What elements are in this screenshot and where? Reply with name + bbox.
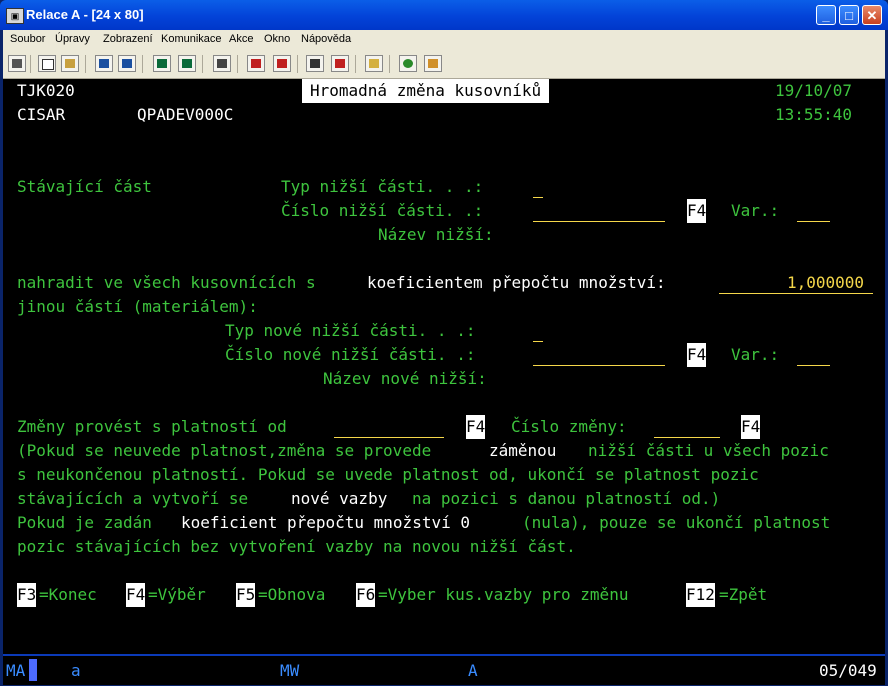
paste-icon[interactable] [61,55,79,72]
typ-nizsi-label: Typ nižší části. . .: [281,177,484,196]
note-line-3a: stávajících a vytvoří se [17,489,249,508]
note-line-1a: (Pokud se neuvede platnost,změna se prov… [17,441,432,460]
clipboard-icon[interactable] [365,55,383,72]
menu-okno[interactable]: Okno [264,33,290,45]
platnost-label: Změny provést s platností od [17,417,287,436]
note-line-4c: (nula), pouze se ukončí platnost [522,513,831,532]
macro-stop-icon[interactable] [273,55,291,72]
platnost-od-input[interactable] [334,436,444,438]
menu-bar: Soubor Úpravy Zobrazení Komunikace Akce … [3,30,885,50]
window-title: Relace A - [24 x 80] [26,7,144,22]
note-line-1c: nižší části u všech pozic [588,441,829,460]
note-line-2: s neukončenou platností. Pokud se uvede … [17,465,759,484]
var-label: Var.: [731,201,780,220]
macro-record-icon[interactable] [247,55,265,72]
macro-play-icon[interactable] [306,55,324,72]
program-id: TJK020 [17,81,75,100]
menu-napoveda[interactable]: Nápověda [301,33,351,45]
title-bar[interactable]: ▣ Relace A - [24 x 80] _ □ ✕ [0,0,888,30]
cislo-nizsi-label: Číslo nižší části. .: [281,201,484,220]
user-id: CISAR [17,105,66,124]
terminal-screen[interactable]: TJK020 Hromadná změna kusovníků 19/10/07… [3,79,885,654]
typ-nizsi-input[interactable] [533,196,543,198]
cursor-position: 05/049 [819,661,877,680]
menu-zobrazeni[interactable]: Zobrazení [103,33,153,45]
f6-key[interactable]: F6 [356,583,376,607]
f4-label[interactable]: =Výběr [148,583,206,607]
note-line-4b: koeficient přepočtu množství 0 [181,513,470,532]
menu-akce[interactable]: Akce [229,33,253,45]
koeficient-label: koeficientem přepočtu množství: [367,273,666,292]
nahradit-text: nahradit ve všech kusovnících s [17,273,316,292]
chart-icon[interactable] [213,55,231,72]
send-icon[interactable] [95,55,113,72]
note-line-4a: Pokud je zadán [17,513,152,532]
f5-label[interactable]: =Obnova [258,583,325,607]
terminal-icon[interactable]: ▣ [6,8,24,24]
display-icon[interactable] [153,55,171,72]
note-line-1b: záměnou [489,441,557,460]
date: 19/10/07 [775,81,853,100]
typ-nove-label: Typ nové nižší části. . .: [225,321,476,340]
keypad-icon[interactable] [178,55,196,72]
cislo-nove-label: Číslo nové nižší části. .: [225,345,476,364]
close-button[interactable]: ✕ [862,5,882,25]
f4-prompt-button-2[interactable]: F4 [687,343,707,367]
status-mode: MA [6,661,26,680]
f4-prompt-button[interactable]: F4 [687,199,707,223]
var-input[interactable] [797,220,830,222]
toolbar [3,50,885,79]
time: 13:55:40 [775,105,853,124]
typ-nove-input[interactable] [533,340,543,342]
macro-edit-icon[interactable] [331,55,349,72]
nazev-nove-label: Název nové nižší: [323,369,487,388]
note-line-3b: nové vazby [291,489,388,508]
status-mw: MW [280,661,300,680]
menu-komunikace[interactable]: Komunikace [161,33,222,45]
cislo-zmeny-label: Číslo změny: [511,417,627,436]
f6-label[interactable]: =Vyber kus.vazby pro změnu [378,583,628,607]
status-input: a [71,661,81,680]
f5-key[interactable]: F5 [236,583,256,607]
f12-label[interactable]: =Zpět [719,583,767,607]
status-bar: MA a MW A 05/049 [3,654,885,685]
koeficient-input[interactable] [719,292,873,294]
cursor-indicator [29,659,37,681]
edit-icon[interactable] [424,55,442,72]
receive-icon[interactable] [118,55,136,72]
f3-key[interactable]: F3 [17,583,37,607]
nazev-nizsi-label: Název nižší: [378,225,494,244]
cislo-nove-input[interactable] [533,364,665,366]
minimize-button[interactable]: _ [816,5,836,25]
cislo-nizsi-input[interactable] [533,220,665,222]
f12-key[interactable]: F12 [686,583,715,607]
status-session: A [468,661,478,680]
cislo-zmeny-input[interactable] [654,436,720,438]
menu-upravy[interactable]: Úpravy [55,33,90,45]
note-line-5: pozic stávajících bez vytvoření vazby na… [17,537,576,556]
stavajici-label: Stávající část [17,177,152,196]
globe-icon[interactable] [399,55,417,72]
jinou-text: jinou částí (materiálem): [17,297,258,316]
maximize-button[interactable]: □ [839,5,859,25]
device-id: QPADEV000C [137,105,234,124]
screen-title: Hromadná změna kusovníků [302,79,550,103]
f4-key[interactable]: F4 [126,583,146,607]
print-icon[interactable] [8,55,26,72]
emulator-window: ▣ Relace A - [24 x 80] _ □ ✕ Soubor Úpra… [0,0,888,686]
menu-soubor[interactable]: Soubor [10,33,45,45]
note-line-3c: na pozici s danou platností od.) [412,489,721,508]
var-input-2[interactable] [797,364,830,366]
f4-prompt-button-3[interactable]: F4 [466,415,486,439]
f3-label[interactable]: =Konec [39,583,97,607]
f4-prompt-button-4[interactable]: F4 [741,415,761,439]
var-label-2: Var.: [731,345,780,364]
copy-icon[interactable] [38,55,56,72]
